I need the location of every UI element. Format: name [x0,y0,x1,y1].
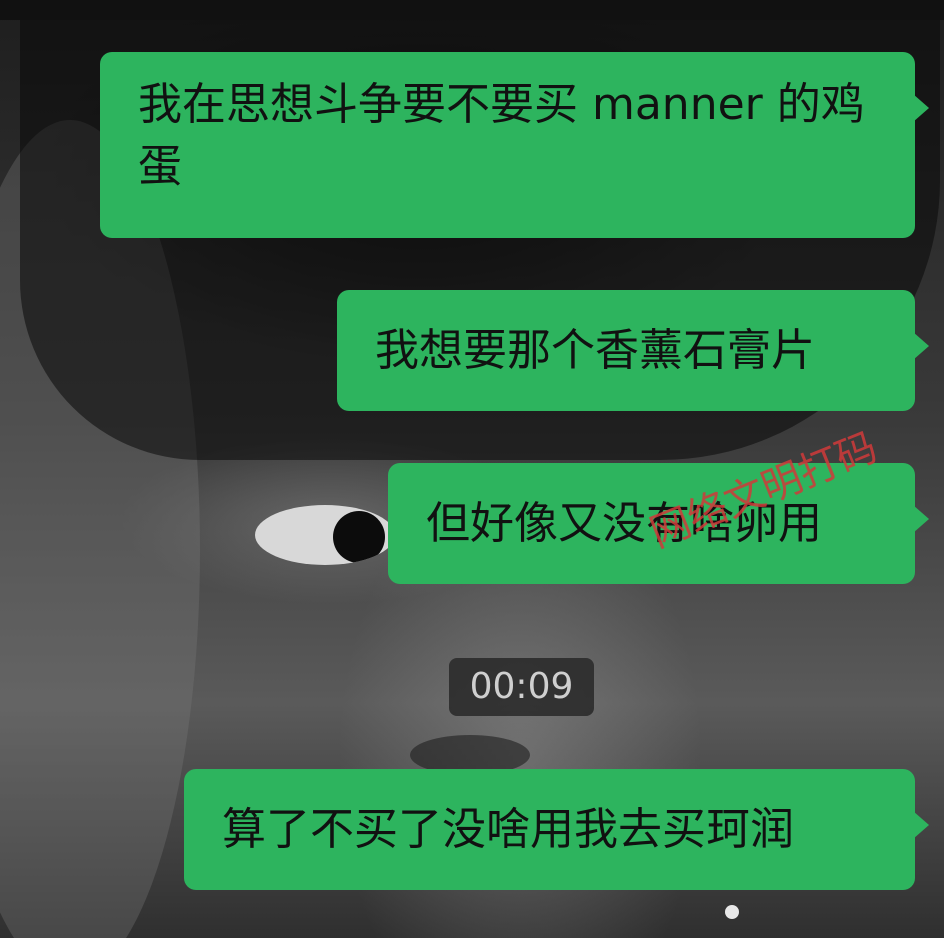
message-text-1: 我在思想斗争要不要买 manner 的鸡蛋 [138,79,865,192]
background-pupil [333,511,385,563]
background-highlight [725,905,739,919]
message-text-2: 我想要那个香薰石膏片 [375,325,815,376]
bubble-tail [913,94,929,122]
message-bubble-1[interactable]: 我在思想斗争要不要买 manner 的鸡蛋 [100,52,929,238]
message-timestamp: 00:09 [449,658,594,716]
background-eye [255,505,395,565]
message-text-4: 算了不买了没啥用我去买珂润 [222,804,794,855]
bubble-tail [913,811,929,839]
top-bar [0,0,944,20]
message-bubble-2[interactable]: 我想要那个香薰石膏片 [337,290,929,411]
message-bubble-4[interactable]: 算了不买了没啥用我去买珂润 [184,769,929,890]
bubble-tail [913,505,929,533]
bubble-tail [913,332,929,360]
chat-window: 我在思想斗争要不要买 manner 的鸡蛋 我想要那个香薰石膏片 但好像又没有啥… [0,0,944,938]
